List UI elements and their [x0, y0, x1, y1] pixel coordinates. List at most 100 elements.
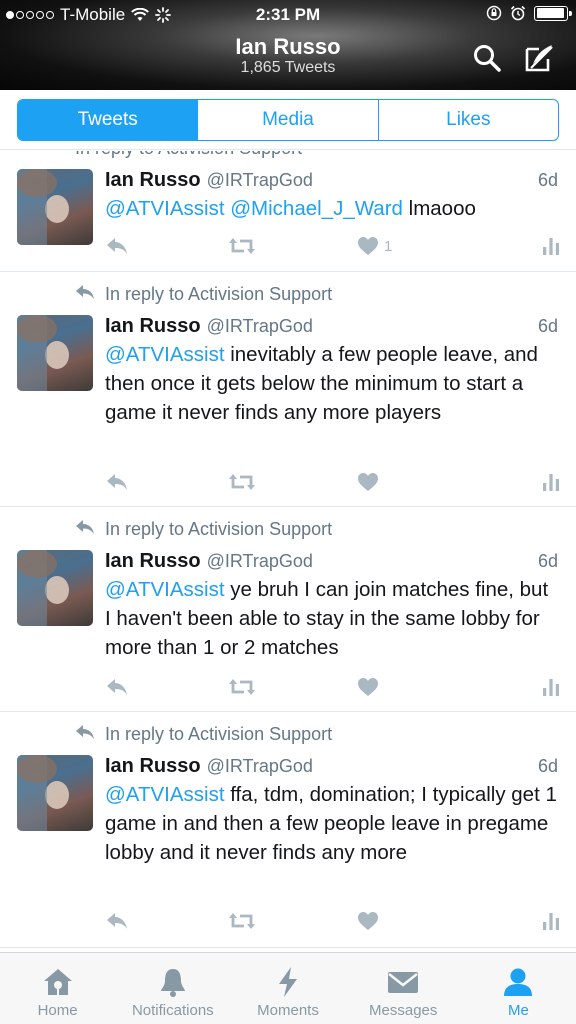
tab-likes[interactable]: Likes	[379, 100, 558, 140]
like-button[interactable]: 1	[357, 234, 392, 258]
tab-media[interactable]: Media	[198, 100, 379, 140]
tweet-item[interactable]: Ian Russo @IRTrapGod 6d @ATVIAssist @Michae…	[0, 151, 576, 272]
status-bar: T-Mobile 2:31 PM	[0, 0, 576, 30]
tweet-timestamp: 6d	[537, 170, 558, 190]
author-handle[interactable]: @IRTrapGod	[207, 756, 313, 777]
tweet-timeline[interactable]: In reply to Activision Support Ian Russo…	[0, 151, 576, 952]
tab-moments-label: Moments	[257, 1002, 319, 1019]
author-handle[interactable]: @IRTrapGod	[207, 170, 313, 191]
search-button[interactable]	[470, 41, 504, 75]
like-heart-icon	[358, 912, 378, 930]
tab-messages[interactable]: Messages	[346, 953, 461, 1024]
avatar[interactable]	[17, 755, 93, 831]
tweet-timestamp: 6d	[537, 551, 558, 571]
tweet-header: Ian Russo @IRTrapGod 6d	[105, 169, 558, 192]
like-button[interactable]	[357, 909, 384, 933]
tweet-text: @ATVIAssist inevitably a few people leav…	[105, 340, 558, 427]
analytics-button[interactable]	[542, 234, 560, 258]
like-heart-icon	[358, 678, 378, 696]
avatar[interactable]	[17, 315, 93, 391]
profile-tab-bar: Tweets Media Likes	[0, 90, 576, 150]
author-handle[interactable]: @IRTrapGod	[207, 316, 313, 337]
reply-icon	[107, 238, 127, 254]
avatar[interactable]	[17, 169, 93, 245]
tab-home[interactable]: Home	[0, 953, 115, 1024]
like-heart-icon	[358, 473, 378, 491]
tweet-actions	[105, 675, 560, 699]
like-button[interactable]	[357, 470, 384, 494]
bottom-tab-bar: Home Notifications Moments Messages Me	[0, 952, 576, 1024]
reply-context: In reply to Activision Support	[75, 724, 332, 745]
tweet-header: Ian Russo @IRTrapGod 6d	[105, 315, 558, 338]
like-button[interactable]	[357, 675, 384, 699]
rotation-lock-icon	[486, 5, 502, 21]
tweet-text: @ATVIAssist ffa, tdm, domination; I typi…	[105, 780, 558, 867]
tab-messages-label: Messages	[369, 1002, 438, 1019]
analytics-icon	[543, 474, 559, 491]
mention-link[interactable]: @ATVIAssist @Michael_J_Ward	[105, 197, 403, 220]
envelope-icon	[388, 972, 419, 993]
retweet-button[interactable]	[228, 909, 256, 933]
tweet-text: @ATVIAssist ye bruh I can join matches f…	[105, 575, 558, 662]
person-icon	[504, 968, 533, 996]
reply-context-text: In reply to Activision Support	[105, 519, 333, 539]
author-name[interactable]: Ian Russo	[105, 550, 201, 573]
tab-moments[interactable]: Moments	[230, 953, 345, 1024]
tweet-body: lmaooo	[402, 197, 476, 220]
author-name[interactable]: Ian Russo	[105, 169, 201, 192]
tab-me[interactable]: Me	[461, 953, 576, 1024]
like-heart-icon	[358, 237, 378, 255]
analytics-icon	[543, 913, 559, 930]
author-name[interactable]: Ian Russo	[105, 315, 201, 338]
reply-context-icon	[75, 519, 95, 540]
tab-tweets[interactable]: Tweets	[18, 100, 199, 140]
tab-home-label: Home	[37, 1002, 78, 1019]
tweet-item[interactable]: In reply to Activision Support Ian Russo @…	[0, 507, 576, 712]
reply-icon	[107, 913, 127, 929]
reply-button[interactable]	[105, 234, 129, 258]
reply-context-text: In reply to Activision Support	[105, 724, 333, 744]
avatar[interactable]	[17, 550, 93, 626]
tweet-header: Ian Russo @IRTrapGod 6d	[105, 755, 558, 778]
tab-me-label: Me	[507, 1002, 529, 1019]
tweet-item[interactable]: In reply to Activision Support Ian Russo @…	[0, 272, 576, 507]
reply-icon	[107, 679, 127, 695]
analytics-button[interactable]	[542, 909, 560, 933]
retweet-icon	[229, 913, 255, 929]
retweet-button[interactable]	[228, 234, 256, 258]
retweet-button[interactable]	[228, 470, 256, 494]
tweet-item[interactable]: In reply to Activision Support Ian Russo @…	[0, 712, 576, 948]
analytics-button[interactable]	[542, 675, 560, 699]
reply-button[interactable]	[105, 470, 129, 494]
tab-notifications[interactable]: Notifications	[115, 953, 230, 1024]
mention-link[interactable]: @ATVIAssist	[105, 578, 225, 601]
reply-button[interactable]	[105, 675, 129, 699]
reply-context-text: In reply to Activision Support	[105, 284, 333, 304]
author-handle[interactable]: @IRTrapGod	[207, 551, 313, 572]
alarm-icon	[510, 5, 526, 21]
tweet-header: Ian Russo @IRTrapGod 6d	[105, 550, 558, 573]
tweet-text: @ATVIAssist @Michael_J_Ward lmaooo	[105, 194, 558, 223]
tab-notifications-label: Notifications	[131, 1002, 214, 1019]
lightning-icon	[279, 967, 297, 997]
bell-icon	[160, 969, 185, 997]
mention-link[interactable]: @ATVIAssist	[105, 343, 225, 366]
reply-icon	[107, 474, 127, 490]
analytics-button[interactable]	[542, 470, 560, 494]
retweet-icon	[229, 238, 255, 254]
retweet-button[interactable]	[228, 675, 256, 699]
analytics-icon	[543, 679, 559, 696]
reply-context: In reply to Activision Support	[75, 519, 332, 540]
author-name[interactable]: Ian Russo	[105, 755, 201, 778]
compose-icon	[525, 45, 553, 72]
reply-context: In reply to Activision Support	[75, 284, 332, 305]
retweet-icon	[229, 679, 255, 695]
reply-button[interactable]	[105, 909, 129, 933]
home-icon	[43, 969, 72, 995]
analytics-icon	[543, 238, 559, 255]
like-count: 1	[384, 237, 393, 255]
mention-link[interactable]: @ATVIAssist	[105, 783, 225, 806]
retweet-icon	[229, 474, 255, 490]
segmented-control: Tweets Media Likes	[17, 99, 559, 141]
compose-button[interactable]	[522, 41, 556, 75]
